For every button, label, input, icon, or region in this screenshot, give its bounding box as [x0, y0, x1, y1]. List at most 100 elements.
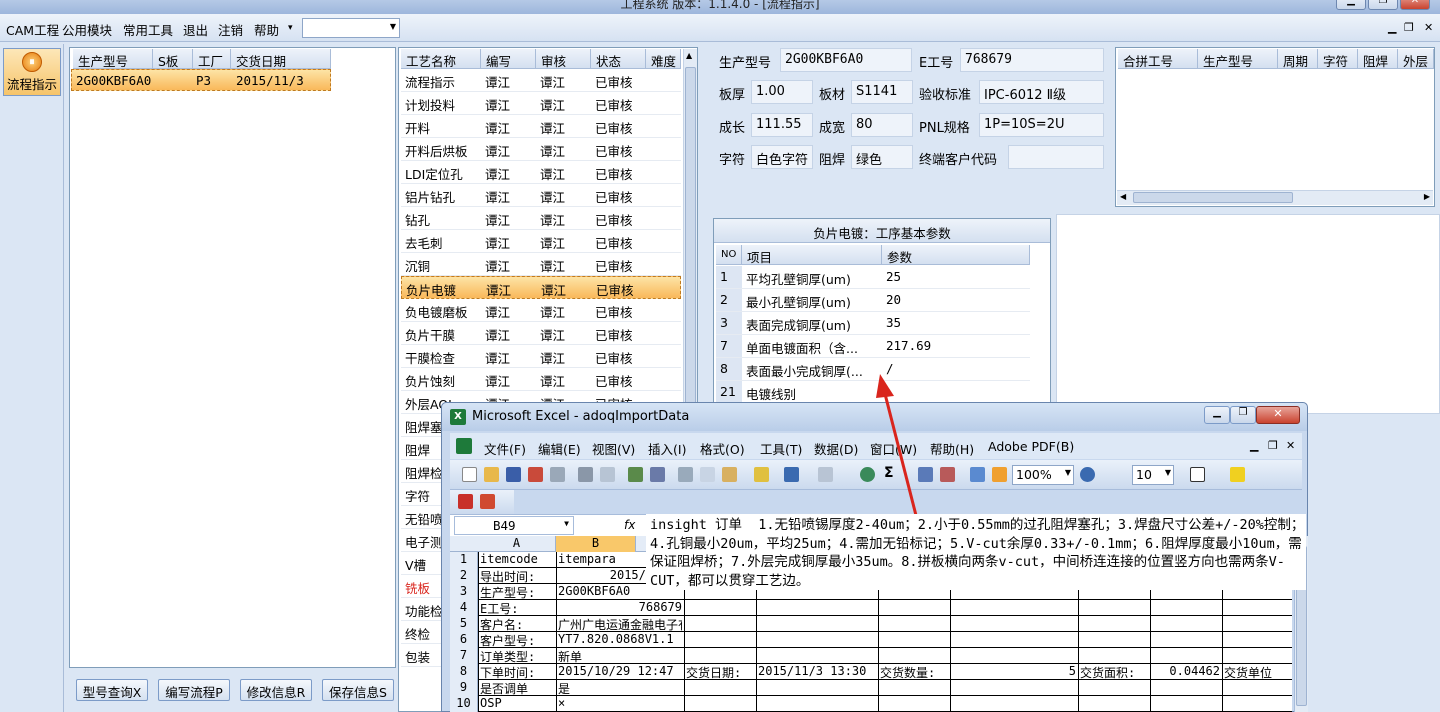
cell-a[interactable]: E工号: — [480, 600, 554, 617]
undo-icon[interactable] — [784, 467, 799, 482]
col-header-process-name[interactable]: 工艺名称 — [401, 49, 481, 69]
save-icon[interactable] — [506, 467, 521, 482]
model-field[interactable]: 2G00KBF6A0 — [780, 48, 912, 72]
process-scroll-thumb[interactable] — [685, 67, 696, 437]
process-row[interactable]: 沉铜 谭江 谭江 已审核 — [401, 253, 681, 276]
mdi-minimize-button[interactable]: ▁ — [1388, 21, 1396, 34]
col-header-merge-no[interactable]: 合拼工号 — [1118, 49, 1198, 69]
excel-doc-restore-button[interactable]: ❐ — [1268, 439, 1278, 452]
process-row[interactable]: 钻孔 谭江 谭江 已审核 — [401, 207, 681, 230]
process-row[interactable]: 铝片钻孔 谭江 谭江 已审核 — [401, 184, 681, 207]
cell-i[interactable]: 交货单位 — [1224, 664, 1290, 681]
merge-hscrollbar[interactable]: ◀ ▶ — [1117, 190, 1433, 205]
excel-menu-format[interactable]: 格式(O) — [700, 439, 745, 458]
minimize-button[interactable]: ▁ — [1336, 0, 1366, 10]
excel-menu-view[interactable]: 视图(V) — [592, 439, 635, 458]
cell-a[interactable]: OSP — [480, 696, 554, 710]
param-row[interactable]: 2 最小孔壁铜厚(um) 20 — [716, 289, 1030, 312]
excel-menu-file[interactable]: 文件(F) — [484, 439, 526, 458]
row-number[interactable]: 10 — [450, 696, 478, 712]
excel-doc-icon[interactable] — [456, 438, 472, 454]
col-header-period[interactable]: 周期 — [1278, 49, 1318, 69]
open-icon[interactable] — [484, 467, 499, 482]
process-row[interactable]: LDI定位孔 谭江 谭江 已审核 — [401, 161, 681, 184]
cell-b[interactable]: 768679 — [558, 600, 682, 614]
thickness-field[interactable]: 1.00 — [751, 80, 813, 104]
sheet-row[interactable]: 8 下单时间: 2015/10/29 12:47 交货日期: 2015/11/3 13:… — [450, 664, 1292, 680]
menu-combo-box[interactable]: ▼ — [302, 18, 400, 38]
excel-doc-close-button[interactable]: ✕ — [1286, 439, 1295, 452]
process-row[interactable]: 计划投料 谭江 谭江 已审核 — [401, 92, 681, 115]
column-header-a[interactable]: A — [478, 536, 556, 552]
sheet-row[interactable]: 4 E工号: 768679 — [450, 600, 1292, 616]
cell-a[interactable]: 客户型号: — [480, 632, 554, 649]
cell-a[interactable]: 是否调单 — [480, 680, 554, 697]
column-header-b[interactable]: B — [556, 536, 636, 552]
zoom-select[interactable]: 100% ▼ — [1012, 465, 1074, 485]
process-row[interactable]: 流程指示 谭江 谭江 已审核 — [401, 69, 681, 92]
col-header-factory[interactable]: 工厂 — [193, 49, 231, 69]
col-header-reviewer[interactable]: 审核 — [536, 49, 591, 69]
pdf-convert-icon[interactable] — [458, 494, 473, 509]
excel-menu-data[interactable]: 数据(D) — [814, 439, 858, 458]
print-icon[interactable] — [578, 467, 593, 482]
cell-h[interactable]: 0.04462 — [1152, 664, 1220, 678]
process-scrollbar[interactable]: ▲ — [683, 49, 697, 449]
length-field[interactable]: 111.55 — [751, 113, 813, 137]
fill-color-icon[interactable] — [1230, 467, 1245, 482]
cut-icon[interactable] — [678, 467, 693, 482]
row-number[interactable]: 7 — [450, 648, 478, 664]
cell-a[interactable]: 下单时间: — [480, 664, 554, 681]
cell-a[interactable]: 客户名: — [480, 616, 554, 633]
cell-a[interactable]: 生产型号: — [480, 584, 554, 601]
param-row[interactable]: 3 表面完成铜厚(um) 35 — [716, 312, 1030, 335]
solder-mask-field[interactable]: 绿色 — [851, 145, 913, 169]
cell-d[interactable]: 2015/11/3 13:30 — [758, 664, 876, 678]
sheet-row[interactable]: 7 订单类型: 新单 — [450, 648, 1292, 664]
process-row[interactable]: 负电镀磨板 谭江 谭江 已审核 — [401, 299, 681, 322]
paste-icon[interactable] — [722, 467, 737, 482]
formula-content[interactable]: insight 订单 1.无铅喷锡厚度2-40um；2.小于0.55mm的过孔阻… — [646, 514, 1306, 590]
customer-code-field[interactable] — [1008, 145, 1104, 169]
cell-a[interactable]: 导出时间: — [480, 568, 554, 585]
research-icon[interactable] — [650, 467, 665, 482]
cell-b[interactable]: YT7.820.0868V1.1 — [558, 632, 682, 646]
material-field[interactable]: S1141 — [851, 80, 913, 104]
row-number[interactable]: 6 — [450, 632, 478, 648]
excel-menu-edit[interactable]: 编辑(E) — [538, 439, 581, 458]
sheet-row[interactable]: 9 是否调单是 — [450, 680, 1292, 696]
flow-indicator-button[interactable]: ⏸ 流程指示 — [3, 48, 61, 96]
cell-b[interactable]: × — [558, 696, 682, 710]
menu-help[interactable]: 帮助 — [254, 20, 279, 39]
process-row[interactable]: 负片干膜 谭江 谭江 已审核 — [401, 322, 681, 345]
sheet-row[interactable]: 6 客户型号: YT7.820.0868V1.1 — [450, 632, 1292, 648]
col-header-param[interactable]: 参数 — [882, 245, 1030, 265]
close-button[interactable]: ✕ — [1400, 0, 1430, 10]
cell-c[interactable]: 交货日期: — [686, 664, 754, 681]
scroll-left-icon[interactable]: ◀ — [1120, 192, 1126, 201]
order-row[interactable]: 2G00KBF6A0 P3 2015/11/3 — [71, 69, 331, 91]
menu-logout[interactable]: 注销 — [218, 20, 243, 39]
col-header-difficulty[interactable]: 难度 — [646, 49, 681, 69]
menu-cam[interactable]: CAM工程 — [6, 20, 59, 39]
menu-exit[interactable]: 退出 — [183, 20, 208, 39]
sheet-row[interactable]: 5客户名:广州广电运通金融电子有限公司 — [450, 616, 1292, 632]
excel-minimize-button[interactable]: ▁ — [1204, 406, 1230, 424]
name-box[interactable]: B49 ▼ — [454, 516, 574, 535]
merge-scroll-thumb[interactable] — [1133, 192, 1293, 203]
process-row[interactable]: 负片蚀刻 谭江 谭江 已审核 — [401, 368, 681, 391]
write-flow-button[interactable]: 编写流程P — [158, 679, 230, 701]
col-header-merge-model[interactable]: 生产型号 — [1198, 49, 1278, 69]
col-header-item[interactable]: 项目 — [742, 245, 882, 265]
excel-close-button[interactable]: ✕ — [1256, 406, 1300, 424]
col-header-model[interactable]: 生产型号 — [73, 49, 153, 69]
col-header-delivery-date[interactable]: 交货日期 — [231, 49, 331, 69]
help-icon[interactable] — [1080, 467, 1095, 482]
sheet-row[interactable]: 10 OSP × — [450, 696, 1292, 712]
font-size-select[interactable]: 10 ▼ — [1132, 465, 1174, 485]
help-dropdown-icon[interactable]: ▾ — [288, 23, 293, 33]
standard-field[interactable]: IPC-6012 Ⅱ级 — [979, 80, 1104, 104]
save-info-button[interactable]: 保存信息S — [322, 679, 394, 701]
char-field[interactable]: 白色字符 — [751, 145, 813, 169]
cell-b[interactable]: 广州广电运通金融电子有限公司 — [558, 616, 682, 633]
